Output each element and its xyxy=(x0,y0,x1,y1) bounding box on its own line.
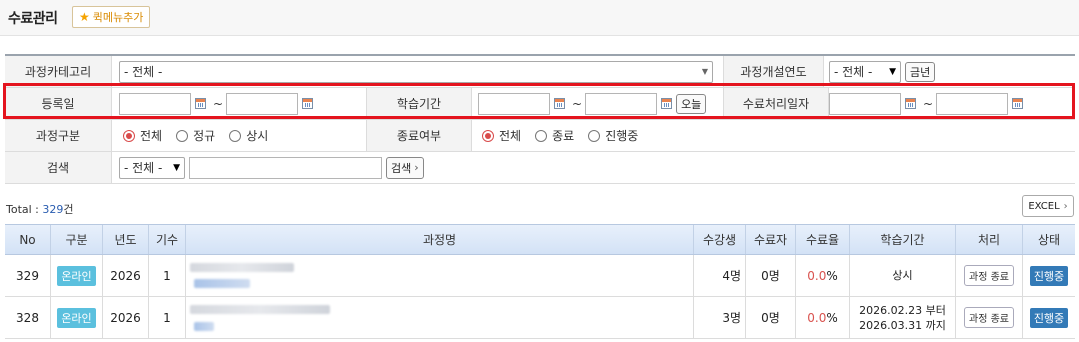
cell-year: 2026 xyxy=(103,297,149,338)
cell-no: 328 xyxy=(5,297,51,338)
cell-term: 1 xyxy=(149,297,186,338)
course-type-label: 과정구분 xyxy=(5,120,111,151)
end-status-radio-ongoing[interactable]: 진행중 xyxy=(588,127,638,144)
reg-date-from-input[interactable] xyxy=(119,92,191,115)
study-period-from-input[interactable] xyxy=(478,92,550,115)
filter-row-category: 과정카테고리 - 전체 - ▼ 과정개설연도 - 전체 - ▼ 금년 xyxy=(5,56,1075,88)
search-label: 검색 xyxy=(5,152,111,183)
col-completers: 수료자 xyxy=(746,225,796,254)
add-quick-menu-button[interactable]: ★ 퀵메뉴추가 xyxy=(72,6,151,28)
complete-date-to-input[interactable] xyxy=(936,92,1009,115)
chevron-down-icon: ▼ xyxy=(701,67,708,76)
filter-row-dates: 등록일 ~ 학습기간 ~ 오늘 수료처리일자 ~ xyxy=(5,88,1075,120)
col-students: 수강생 xyxy=(694,225,746,254)
reg-date-to-input[interactable] xyxy=(226,92,299,115)
table-row[interactable]: 329 온라인 2026 1 4명 0명 0.0% 상시 과정 종료 진행중 xyxy=(5,255,1075,297)
course-type-radio-regular[interactable]: 정규 xyxy=(176,127,215,144)
category-select-value: - 전체 - xyxy=(124,65,163,79)
course-type-radio-all[interactable]: 전체 xyxy=(123,127,162,144)
date-range-separator: ~ xyxy=(572,96,583,111)
cell-year: 2026 xyxy=(103,255,149,296)
type-badge: 온라인 xyxy=(57,265,96,286)
cell-students: 4명 xyxy=(694,255,746,296)
cell-rate: 0.0% xyxy=(796,297,850,338)
cell-completers: 0명 xyxy=(746,297,796,338)
cell-course-name[interactable] xyxy=(186,297,694,338)
calendar-icon[interactable] xyxy=(1012,98,1024,109)
table-header: No 구분 년도 기수 과정명 수강생 수료자 수료율 학습기간 처리 상태 xyxy=(5,224,1075,255)
cell-period: 상시 xyxy=(850,255,956,296)
this-year-button[interactable]: 금년 xyxy=(905,61,936,82)
filter-row-type: 과정구분 전체 정규 상시 종료여부 전체 종료 진행중 xyxy=(5,120,1075,152)
category-label: 과정카테고리 xyxy=(5,56,111,87)
filter-row-search: 검색 - 전체 - ▼ 검색 › xyxy=(5,152,1075,184)
cell-term: 1 xyxy=(149,255,186,296)
star-icon: ★ xyxy=(79,10,90,24)
calendar-icon[interactable] xyxy=(905,98,916,109)
table-row[interactable]: 328 온라인 2026 1 3명 0명 0.0% 2026.02.23 부터 … xyxy=(5,297,1075,339)
col-term: 기수 xyxy=(149,225,186,254)
col-status: 상태 xyxy=(1037,233,1061,247)
open-year-select-value: - 전체 - xyxy=(834,65,873,79)
col-type: 구분 xyxy=(51,225,103,254)
cell-period: 2026.02.23 부터 2026.03.31 까지 xyxy=(850,297,956,338)
end-course-button[interactable]: 과정 종료 xyxy=(964,265,1014,286)
calendar-icon[interactable] xyxy=(554,98,565,109)
total-count: Total : 329건 xyxy=(6,203,74,216)
col-period: 학습기간 xyxy=(850,225,956,254)
reg-date-label: 등록일 xyxy=(5,88,111,119)
course-table: No 구분 년도 기수 과정명 수강생 수료자 수료율 학습기간 처리 상태 3… xyxy=(5,224,1075,339)
col-rate: 수료율 xyxy=(796,225,850,254)
open-year-label: 과정개설연도 xyxy=(724,56,823,87)
complete-date-label: 수료처리일자 xyxy=(724,88,828,119)
end-status-radio-all[interactable]: 전체 xyxy=(482,127,521,144)
course-type-radio-always[interactable]: 상시 xyxy=(229,127,268,144)
cell-no: 329 xyxy=(5,255,51,296)
page-header: 수료관리 ★ 퀵메뉴추가 xyxy=(0,0,1079,36)
col-action: 처리 xyxy=(956,225,1023,254)
excel-download-button[interactable]: EXCEL › xyxy=(1022,195,1074,217)
page-title: 수료관리 xyxy=(8,11,58,27)
search-input[interactable] xyxy=(189,156,382,179)
date-range-separator: ~ xyxy=(213,96,224,111)
open-year-select[interactable]: - 전체 - ▼ xyxy=(829,60,901,83)
date-range-separator: ~ xyxy=(923,96,934,111)
chevron-right-icon: › xyxy=(1063,200,1068,212)
col-course-name: 과정명 xyxy=(186,225,694,254)
calendar-icon[interactable] xyxy=(195,98,206,109)
col-year: 년도 xyxy=(103,225,149,254)
complete-date-from-input[interactable] xyxy=(829,92,901,115)
col-no: No xyxy=(5,225,51,254)
category-select[interactable]: - 전체 - ▼ xyxy=(119,60,713,83)
end-course-button[interactable]: 과정 종료 xyxy=(964,307,1014,328)
type-badge: 온라인 xyxy=(57,307,96,328)
chevron-down-icon: ▼ xyxy=(173,162,180,173)
end-status-label: 종료여부 xyxy=(367,120,471,151)
chevron-right-icon: › xyxy=(414,161,419,174)
status-badge: 진행중 xyxy=(1029,265,1069,286)
end-status-radio-ended[interactable]: 종료 xyxy=(535,127,574,144)
cell-course-name[interactable] xyxy=(186,255,694,296)
search-scope-value: - 전체 - xyxy=(124,161,163,175)
cell-completers: 0명 xyxy=(746,255,796,296)
today-button[interactable]: 오늘 xyxy=(676,93,707,114)
status-badge: 진행중 xyxy=(1029,307,1069,328)
study-period-label: 학습기간 xyxy=(367,88,471,119)
cell-rate: 0.0% xyxy=(796,255,850,296)
search-scope-select[interactable]: - 전체 - ▼ xyxy=(119,156,185,179)
add-quick-menu-label: 퀵메뉴추가 xyxy=(92,11,144,24)
search-button[interactable]: 검색 › xyxy=(386,156,424,179)
study-period-to-input[interactable] xyxy=(585,92,658,115)
cell-students: 3명 xyxy=(694,297,746,338)
chevron-down-icon: ▼ xyxy=(889,66,896,77)
calendar-icon[interactable] xyxy=(302,98,314,109)
calendar-icon[interactable] xyxy=(661,98,673,109)
search-filter-form: 과정카테고리 - 전체 - ▼ 과정개설연도 - 전체 - ▼ 금년 등록일 ~ xyxy=(5,54,1075,184)
